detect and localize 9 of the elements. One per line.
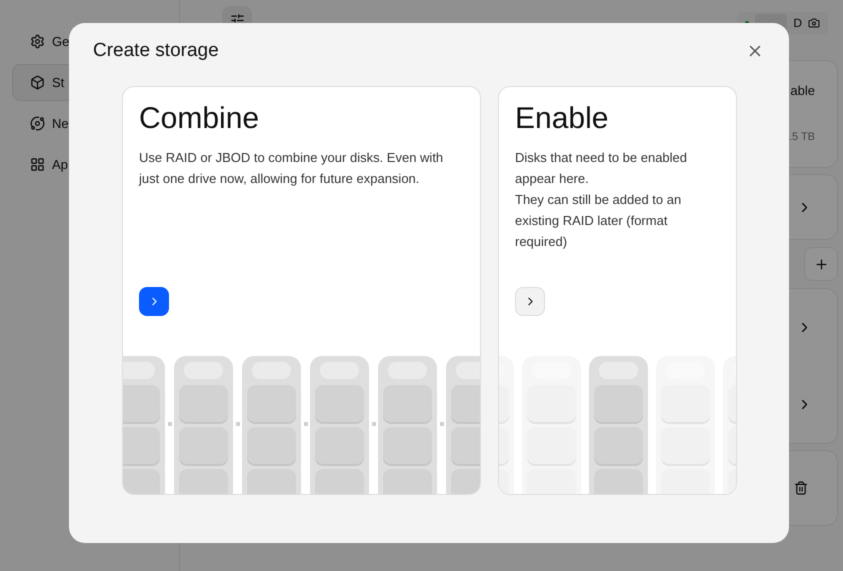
pool-size: .5 TB [788,130,815,144]
card-description: They can still be added to an existing RAID later (format required) [515,191,682,251]
card-description: Disks that need to be enabled appear here. [515,149,688,188]
card-title: Enable [515,101,610,137]
drive-label: D [793,15,802,32]
card-title: Combine [139,101,260,137]
dialog-title: Create storage [93,38,219,63]
pool-title: able [790,82,815,100]
card-description: Use RAID or JBOD to combine your disks. Even with just one drive now, allowing for future expansion. [139,149,444,188]
